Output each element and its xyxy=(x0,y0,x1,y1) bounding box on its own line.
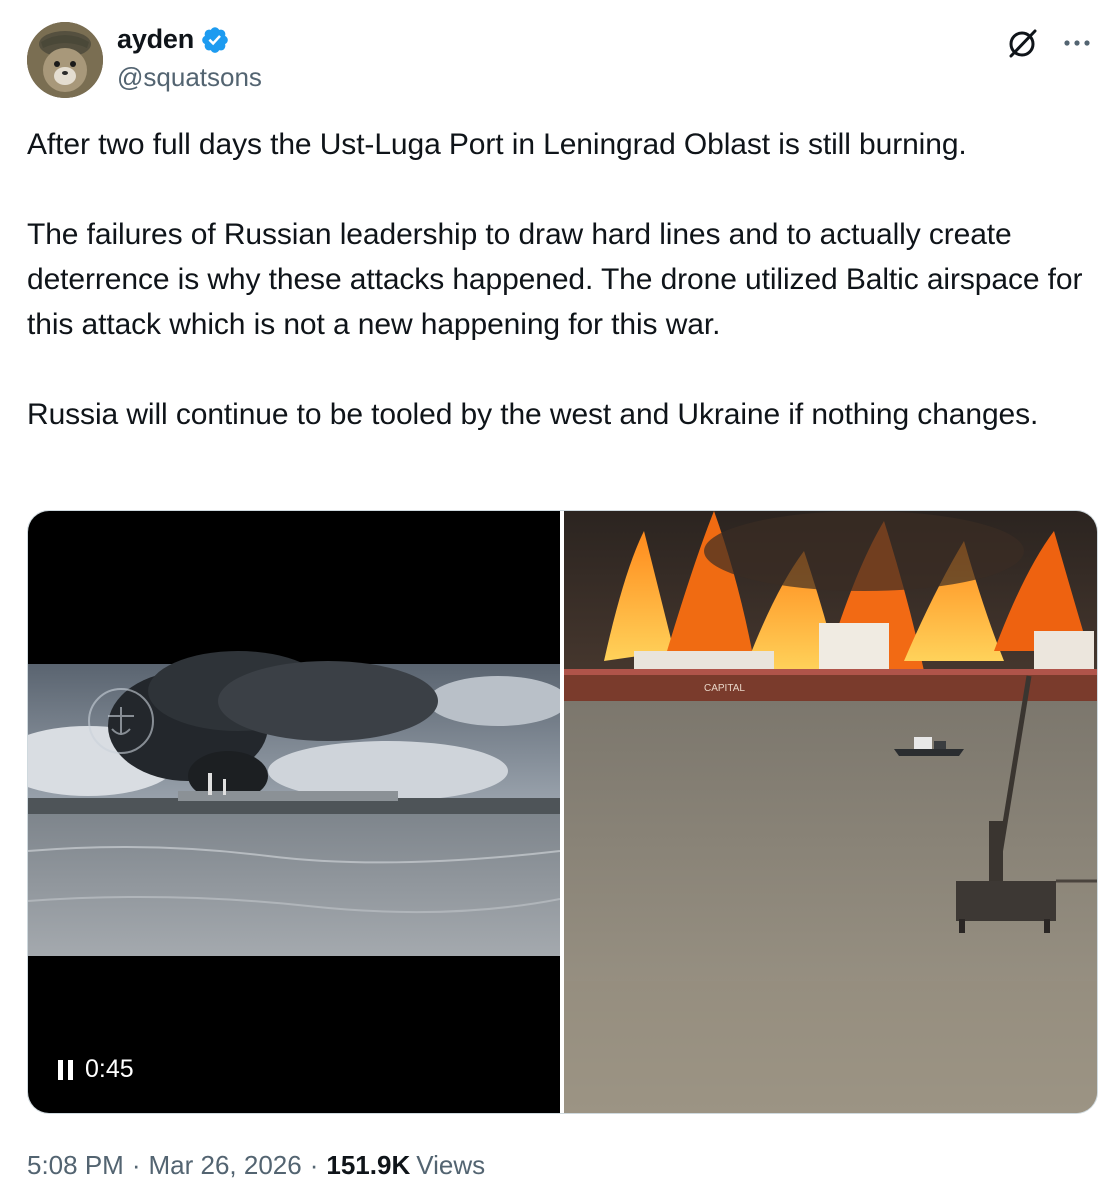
avatar-image xyxy=(27,22,103,98)
photo-fire-scene: CAPITAL xyxy=(564,511,1097,1113)
views-label: Views xyxy=(416,1150,486,1180)
avatar[interactable] xyxy=(27,22,103,98)
video-duration: 0:45 xyxy=(85,1055,134,1083)
author-name-row[interactable]: ayden xyxy=(117,24,230,55)
grok-slash-circle-icon[interactable] xyxy=(1006,26,1040,60)
ship-name-label: CAPITAL xyxy=(704,683,745,694)
video-controls: 0:45 xyxy=(58,1055,134,1084)
video-frame-smoke-over-port xyxy=(28,651,560,956)
meta-separator: · xyxy=(309,1150,319,1180)
tweet-paragraph: The failures of Russian leadership to dr… xyxy=(27,218,1083,341)
tweet-time[interactable]: 5:08 PM xyxy=(27,1150,124,1181)
tweet-meta: 5:08 PM · Mar 26, 2026 · 151.9K Views xyxy=(27,1150,485,1181)
author-handle[interactable]: @squatsons xyxy=(117,62,262,93)
more-ellipsis-icon[interactable] xyxy=(1057,26,1097,60)
tweet-paragraph: After two full days the Ust-Luga Port in… xyxy=(27,128,967,161)
video-player[interactable]: 0:45 xyxy=(28,511,560,1113)
photo-burning-tankers[interactable]: CAPITAL xyxy=(564,511,1097,1113)
author-display-name[interactable]: ayden xyxy=(117,24,194,55)
media-grid: 0:45 CAPITAL xyxy=(27,510,1098,1114)
verified-badge-icon[interactable] xyxy=(200,25,230,55)
tweet-text: After two full days the Ust-Luga Port in… xyxy=(27,122,1097,437)
views-count: 151.9K xyxy=(326,1150,411,1180)
pause-icon[interactable] xyxy=(58,1059,73,1080)
meta-separator: · xyxy=(131,1150,141,1180)
tweet-date[interactable]: Mar 26, 2026 xyxy=(149,1150,302,1181)
tweet-paragraph: Russia will continue to be tooled by the… xyxy=(27,398,1039,431)
